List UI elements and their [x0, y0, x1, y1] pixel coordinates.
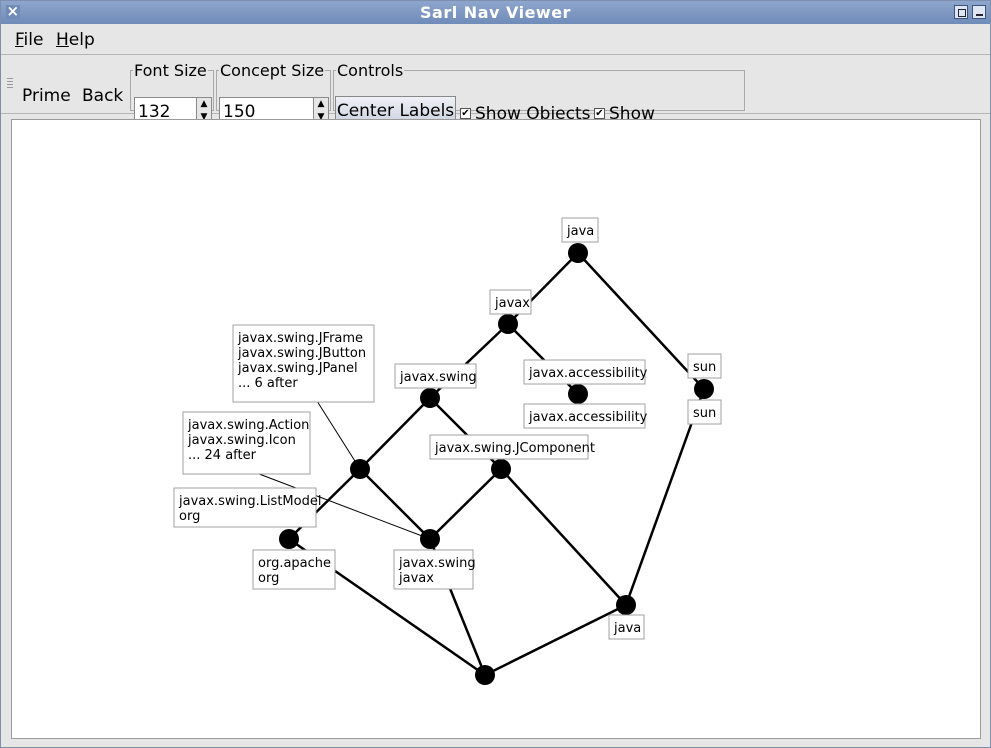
concept-label[interactable]: org.apacheorg — [252, 549, 336, 590]
concept-size-group: Concept Size ▲▼ — [216, 61, 331, 127]
concept-label-text: org.apache — [258, 556, 331, 571]
concept-label-text: java — [613, 621, 641, 636]
app-window: × Sarl Nav Viewer File Help Prime Back F… — [0, 0, 991, 748]
menu-file-mnemonic: F — [15, 30, 24, 50]
window-title: Sarl Nav Viewer — [420, 3, 571, 22]
menu-help[interactable]: Help — [56, 30, 95, 50]
label-leader-line — [317, 401, 361, 470]
concept-label-text: javax.swing — [399, 370, 477, 385]
concept-label-text: sun — [693, 360, 716, 375]
show-objects-check-icon[interactable]: ✔ — [460, 108, 471, 119]
lattice-canvas[interactable]: java javax sun sun javax.swing javax.accessib… — [11, 119, 981, 739]
concept-label[interactable]: javax.accessibility — [523, 403, 648, 429]
concept-label-text: java — [566, 224, 594, 239]
concept-label-text: javax.swing.JButton — [237, 346, 366, 361]
menu-help-mnemonic: H — [56, 30, 69, 50]
lattice-labels: java javax sun sun javax.swing javax.accessib… — [173, 217, 722, 640]
concept-size-legend: Concept Size — [220, 61, 325, 80]
font-size-group: Font Size ▲▼ — [130, 61, 214, 127]
concept-node[interactable] — [616, 595, 636, 615]
concept-node[interactable] — [491, 459, 511, 479]
concept-label-text: javax.swing.JComponent — [434, 441, 595, 456]
concept-node[interactable] — [420, 529, 440, 549]
concept-label[interactable]: sun — [687, 399, 722, 425]
concept-node[interactable] — [568, 243, 588, 263]
concept-label-text: org — [258, 571, 279, 586]
concept-node[interactable] — [350, 459, 370, 479]
concept-label-text: ... 6 after — [238, 376, 298, 391]
lattice-edge — [359, 468, 431, 540]
concept-label[interactable]: sun — [687, 353, 722, 379]
concept-label[interactable]: javax.swing — [394, 363, 477, 389]
menu-file-label: ile — [23, 30, 44, 50]
controls-legend: Controls — [337, 61, 404, 80]
lattice-edge — [484, 603, 627, 677]
concept-label[interactable]: java — [561, 217, 599, 243]
concept-node[interactable] — [475, 665, 495, 685]
concept-label-text: org — [179, 509, 200, 524]
concept-label-text: javax.accessibility — [528, 410, 648, 425]
concept-label-text: javax.swing.Action — [187, 418, 309, 433]
concept-label[interactable]: javax.swing.ListModelorg — [173, 487, 321, 528]
font-size-legend: Font Size — [134, 61, 207, 80]
menu-bar: File Help — [1, 25, 990, 55]
concept-label-text: javax — [398, 571, 434, 586]
concept-node[interactable] — [498, 314, 518, 334]
back-button[interactable]: Back — [82, 86, 123, 106]
menu-help-label: elp — [68, 30, 95, 50]
concept-node[interactable] — [568, 384, 588, 404]
concept-label-text: javax.swing.JFrame — [237, 331, 363, 346]
concept-node[interactable] — [694, 379, 714, 399]
concept-node[interactable] — [279, 529, 299, 549]
concept-label-text: javax.swing.ListModel — [178, 494, 321, 509]
prime-button[interactable]: Prime — [22, 86, 71, 106]
toolbar-grip-icon[interactable] — [7, 78, 13, 90]
concept-label-text: javax.swing — [398, 556, 476, 571]
concept-label-text: ... 24 after — [188, 448, 257, 463]
show-attributes-check-icon[interactable]: ✔ — [594, 108, 605, 119]
concept-label-text: javax.swing.Icon — [187, 433, 296, 448]
lattice-edge — [500, 468, 627, 606]
concept-lattice-diagram[interactable]: java javax sun sun javax.swing javax.accessib… — [12, 120, 982, 740]
toolbar: Prime Back Font Size ▲▼ Concept Size ▲▼ … — [1, 56, 990, 144]
concept-label[interactable]: javax.swing.JComponent — [429, 434, 595, 460]
concept-label[interactable]: javax.swingjavax — [393, 549, 476, 590]
lattice-edge — [359, 397, 431, 470]
menu-file[interactable]: File — [15, 30, 43, 50]
concept-label-text: javax.swing.JPanel — [237, 361, 358, 376]
lattice-edge — [429, 468, 502, 540]
concept-label[interactable]: javax.swing.JFramejavax.swing.JButtonjav… — [232, 324, 375, 403]
concept-label-text: sun — [693, 406, 716, 421]
concept-label[interactable]: javax.accessibility — [523, 359, 648, 385]
controls-group: Controls Center Labels ✔ Show Objects ✔ Sh… — [333, 61, 745, 144]
maximize-icon[interactable] — [954, 5, 968, 19]
concept-label-text: javax.accessibility — [528, 366, 648, 381]
concept-label-text: javax — [494, 296, 530, 311]
concept-label[interactable]: javax — [489, 289, 532, 315]
concept-node[interactable] — [420, 388, 440, 408]
concept-label[interactable]: java — [608, 614, 645, 640]
minimize-icon[interactable] — [972, 5, 986, 19]
concept-label[interactable]: javax.swing.Actionjavax.swing.Icon... 24… — [182, 411, 311, 475]
title-bar[interactable]: × Sarl Nav Viewer — [1, 1, 990, 24]
